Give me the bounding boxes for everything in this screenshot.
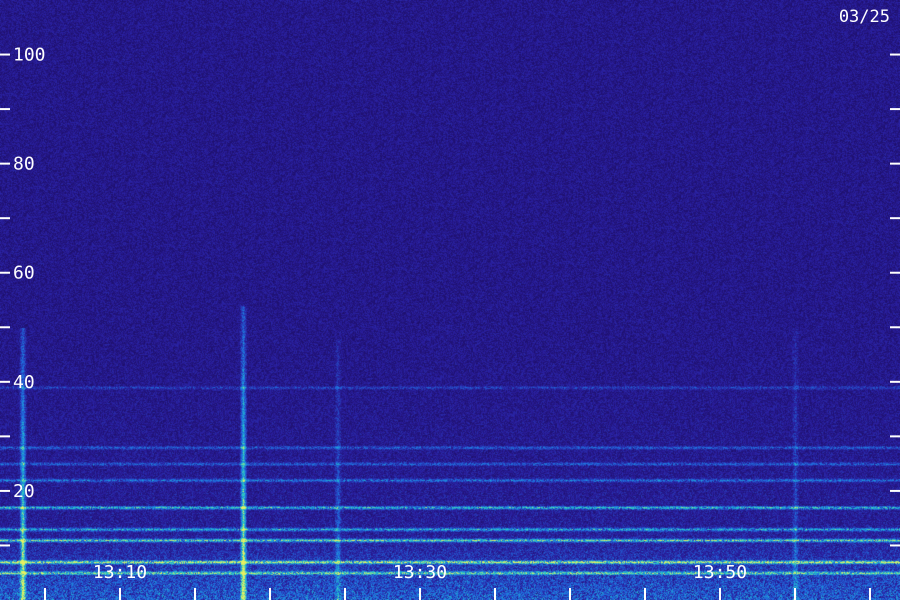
- y-tick-label: 40: [13, 372, 35, 393]
- y-tick-label: 100: [13, 45, 46, 66]
- y-axis-left: 20 40 60 80 100: [0, 45, 46, 547]
- x-tick-label: 13:30: [393, 562, 447, 583]
- date-label: 03/25: [839, 7, 890, 27]
- x-tick-label: 13:10: [93, 562, 147, 583]
- y-tick-label: 20: [13, 481, 35, 502]
- spectrogram-axes: 20 40 60 80 100 13:10 13:30 13:50 03/25: [0, 7, 900, 600]
- y-axis-right: [890, 53, 900, 547]
- y-tick-label: 60: [13, 263, 35, 284]
- x-tick-label: 13:50: [693, 562, 747, 583]
- x-axis: 13:10 13:30 13:50: [44, 562, 871, 600]
- y-tick-label: 80: [13, 154, 35, 175]
